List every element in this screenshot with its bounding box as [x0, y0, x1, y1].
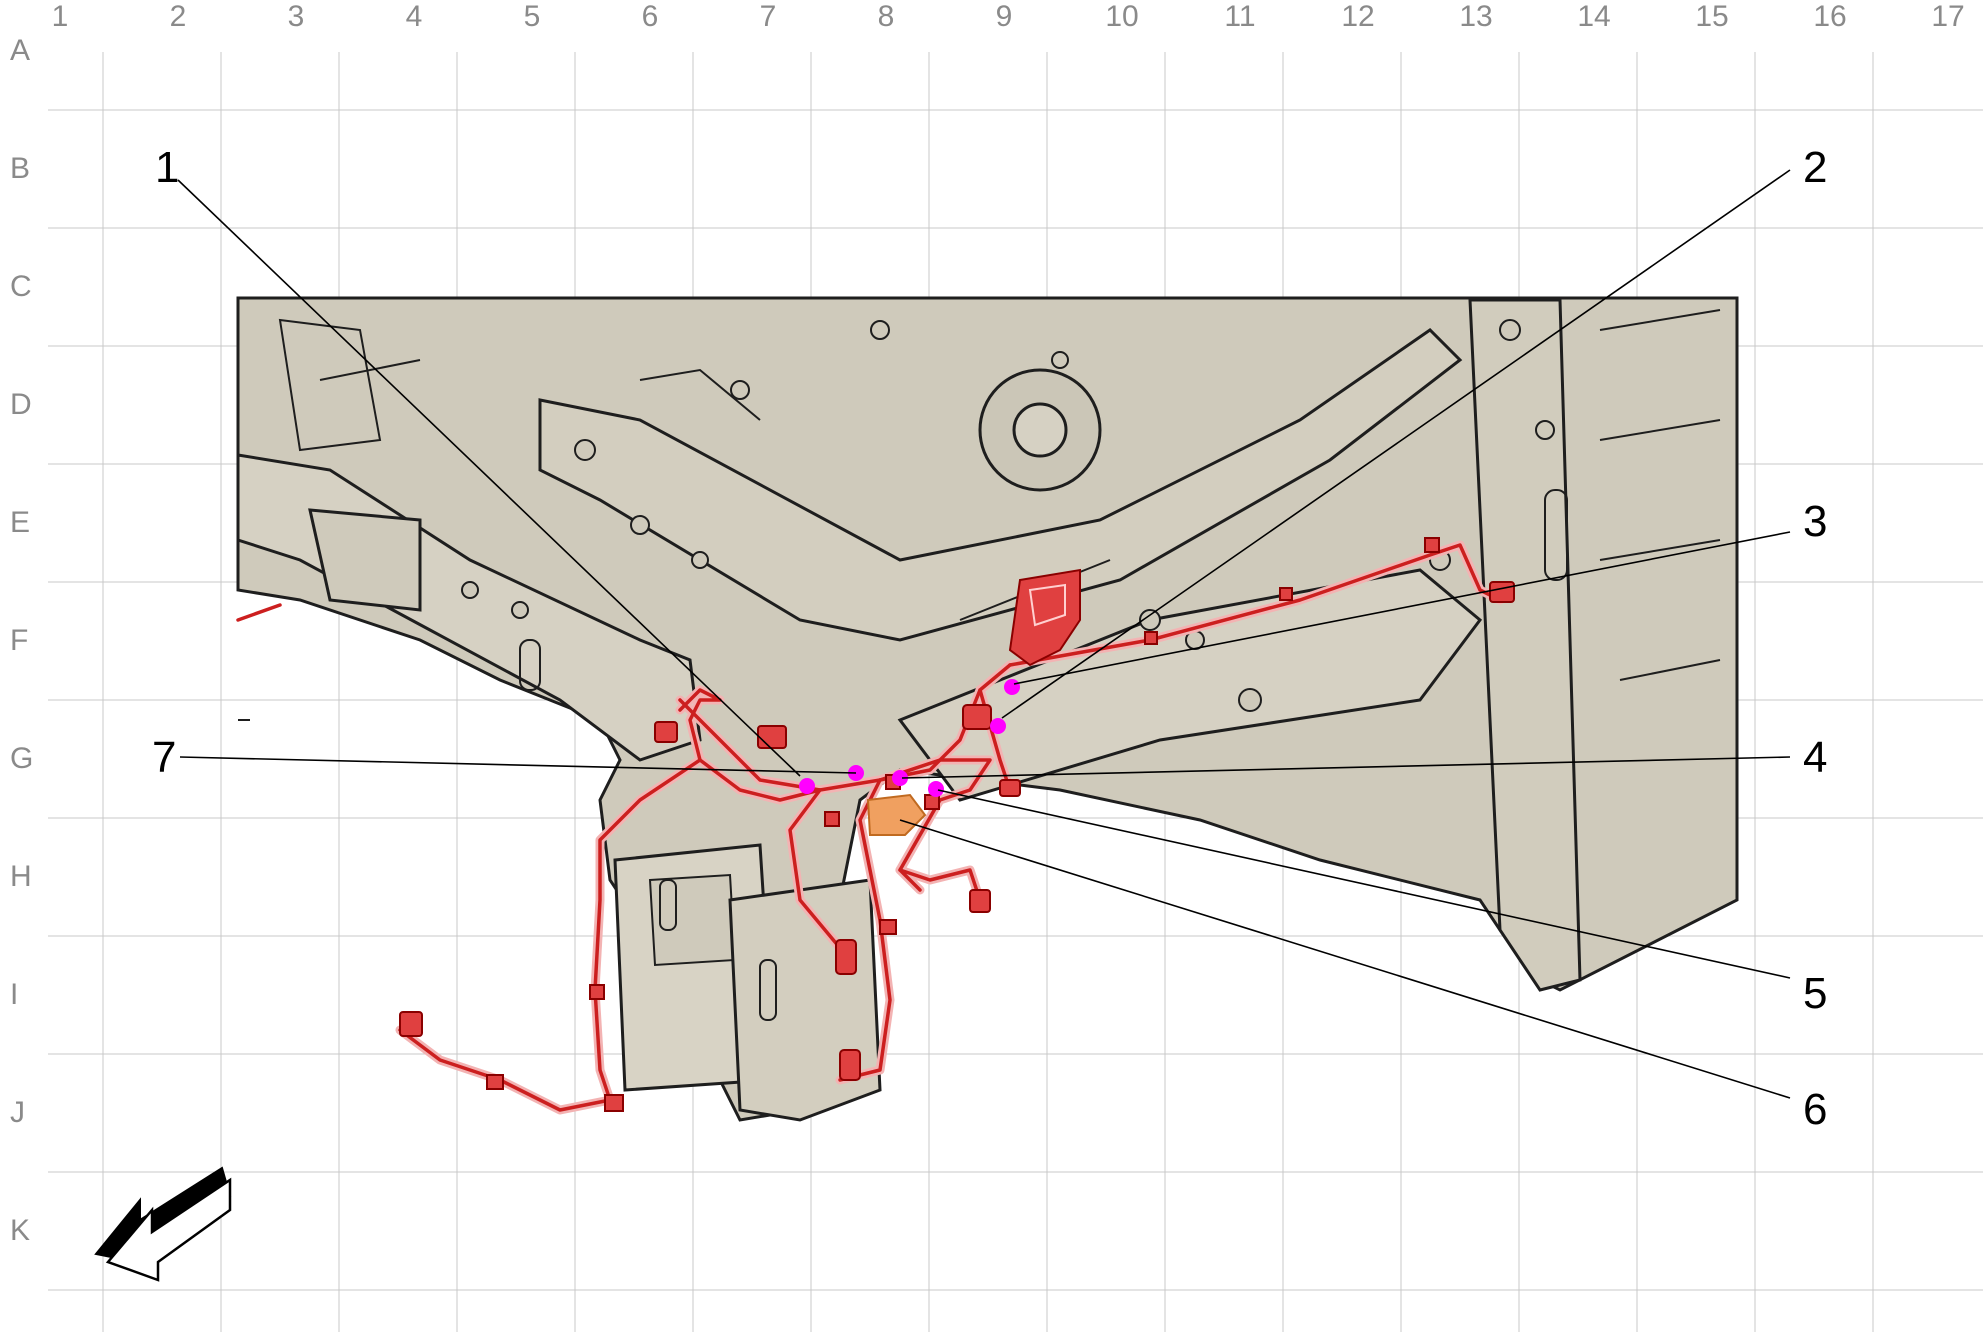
ground-terminal: [866, 793, 927, 836]
grid-row-label: D: [10, 388, 32, 421]
grid-column-label: 10: [1105, 0, 1138, 33]
callout-label-1: 1: [155, 143, 179, 192]
grid-column-label: 5: [524, 0, 541, 33]
grid-column-labels: 1 2 3 4 5 6 7 8 9 10 11 12 13 14 15 16 17: [52, 0, 1965, 33]
grid-column-label: 1: [52, 0, 69, 33]
callout-label-7: 7: [152, 733, 176, 782]
front-direction-arrow-icon: [94, 1166, 232, 1282]
grid-column-label: 8: [878, 0, 895, 33]
wiring-harness-diagram: 1234567891011121314151617 ABCDEFGHIJKL: [10, 0, 1983, 1332]
grid-row-label: G: [10, 742, 33, 775]
grid-row-label: B: [10, 152, 30, 185]
grid-column-label: 4: [406, 0, 423, 33]
callout-label-6: 6: [1803, 1085, 1827, 1134]
grid-column-label: 12: [1341, 0, 1374, 33]
callout-label-2: 2: [1803, 143, 1827, 192]
grid-column-label: 14: [1577, 0, 1610, 33]
grid-column-label: 3: [288, 0, 305, 33]
grid-column-label: 9: [996, 0, 1013, 33]
grid-column-label: 2: [170, 0, 187, 33]
grid-row-label: K: [10, 1214, 30, 1247]
grid-column-label: 17: [1931, 0, 1964, 33]
splice-point: [799, 778, 815, 794]
grid-column-label: 15: [1695, 0, 1728, 33]
grid-row-label: E: [10, 506, 30, 539]
grid-column-label: 16: [1813, 0, 1846, 33]
grid-column-label: 13: [1459, 0, 1492, 33]
grid-column-label: 11: [1224, 0, 1255, 33]
splice-point: [990, 718, 1006, 734]
callout-label-5: 5: [1803, 969, 1827, 1018]
grid-column-label: 7: [760, 0, 777, 33]
grid-row-label: J: [10, 1096, 25, 1129]
callout-label-4: 4: [1803, 733, 1827, 782]
grid-row-label: I: [10, 978, 18, 1011]
grid-row-labels: ABCDEFGHIJKL: [10, 34, 33, 1247]
grid-row-label: C: [10, 270, 32, 303]
grid-row-label: H: [10, 860, 32, 893]
splice-point: [928, 781, 944, 797]
grid-row-label: A: [10, 34, 30, 67]
splice-point: [1004, 679, 1020, 695]
grid-row-label: F: [10, 624, 28, 657]
callout-label-3: 3: [1803, 497, 1827, 546]
grid-column-label: 6: [642, 0, 659, 33]
